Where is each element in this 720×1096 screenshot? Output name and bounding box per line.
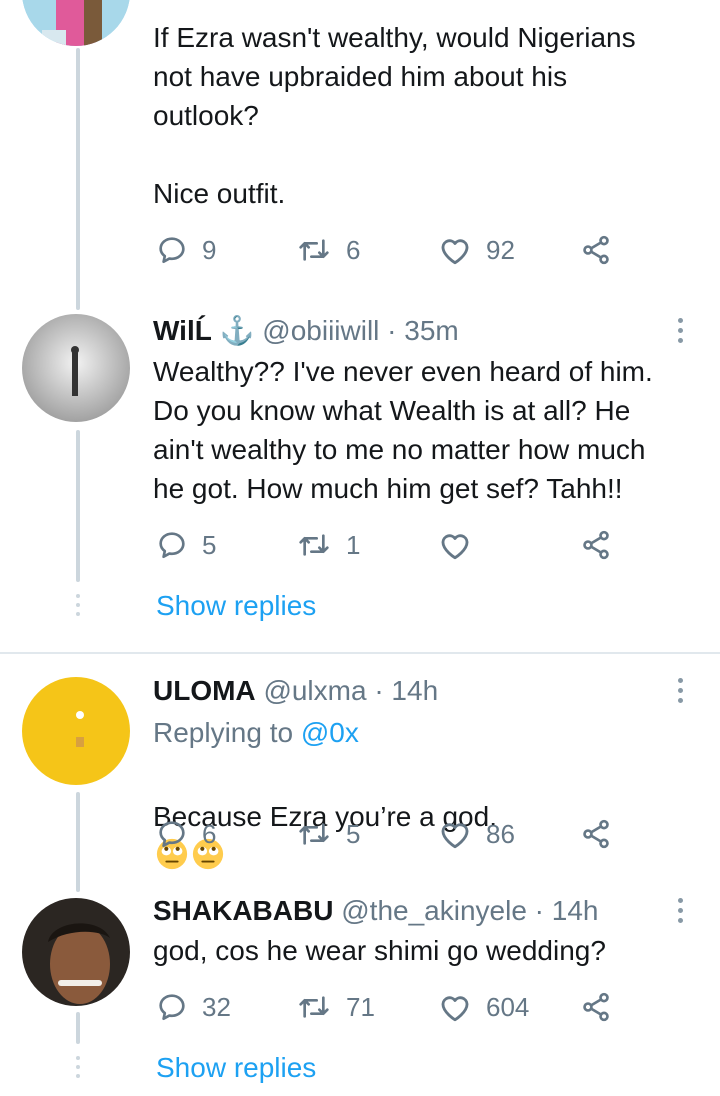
like-button[interactable]	[438, 525, 486, 565]
share-icon	[583, 992, 609, 1022]
tweet-header: WilĹ ⚓ @obiiiwill · 35m	[153, 314, 459, 348]
retweet-count: 71	[346, 991, 375, 1022]
reply-icon	[159, 237, 185, 264]
avatar[interactable]	[22, 0, 130, 46]
more-replies-indicator	[76, 1056, 80, 1083]
like-button[interactable]: 604	[438, 987, 529, 1027]
like-button[interactable]: 86	[438, 814, 515, 854]
divider	[0, 652, 720, 654]
heart-icon	[441, 239, 469, 265]
retweet-icon	[299, 823, 329, 845]
handle-time[interactable]: @the_akinyele · 14h	[341, 895, 598, 926]
more-options-button[interactable]	[672, 318, 688, 348]
reply-icon	[159, 821, 185, 848]
like-count: 92	[486, 234, 515, 265]
display-name[interactable]: ULOMA	[153, 675, 256, 706]
share-icon	[583, 819, 609, 849]
retweet-count: 6	[346, 234, 361, 265]
more-replies-indicator	[76, 594, 80, 621]
tweet-text: Wealthy?? I've never even heard of him. …	[153, 356, 653, 504]
tweet-actions: 9 6 92	[156, 230, 626, 270]
more-options-button[interactable]	[672, 898, 688, 928]
tweet-actions: 5 1	[156, 525, 626, 565]
thread-line	[76, 430, 80, 582]
like-count: 604	[486, 991, 530, 1022]
tweet-actions: 6 5 86	[156, 814, 626, 854]
reply-icon	[159, 532, 185, 559]
handle-time[interactable]: @ulxma · 14h	[263, 675, 438, 706]
share-icon	[583, 235, 609, 265]
heart-icon	[441, 996, 469, 1022]
retweet-count: 5	[346, 818, 361, 849]
replying-to-link[interactable]: @0x	[301, 717, 359, 748]
tweet-header: ULOMA @ulxma · 14h	[153, 674, 438, 708]
replying-prefix: Replying to	[153, 717, 301, 748]
reply-count: 32	[202, 991, 231, 1022]
share-icon	[583, 530, 609, 560]
retweet-icon	[299, 996, 329, 1018]
like-button[interactable]: 92	[438, 230, 515, 270]
retweet-button[interactable]: 1	[296, 525, 360, 565]
replying-to: Replying to @0x	[153, 716, 359, 750]
reply-count: 9	[202, 234, 217, 265]
display-name[interactable]: SHAKABABU	[153, 895, 333, 926]
tweet-actions: 32 71 604	[156, 987, 626, 1027]
heart-icon	[441, 534, 469, 560]
retweet-count: 1	[346, 529, 361, 560]
more-options-button[interactable]	[672, 678, 688, 708]
reply-count: 6	[202, 818, 217, 849]
heart-icon	[441, 823, 469, 849]
thread-line	[76, 1012, 80, 1044]
share-button[interactable]	[580, 814, 612, 854]
share-button[interactable]	[580, 230, 612, 270]
reply-button[interactable]: 6	[156, 814, 216, 854]
show-replies-link[interactable]: Show replies	[156, 590, 316, 622]
retweet-button[interactable]: 71	[296, 987, 375, 1027]
share-button[interactable]	[580, 987, 612, 1027]
reply-button[interactable]: 5	[156, 525, 216, 565]
retweet-icon	[299, 239, 329, 261]
reply-button[interactable]: 9	[156, 230, 216, 270]
retweet-button[interactable]: 5	[296, 814, 360, 854]
reply-icon	[159, 994, 185, 1021]
share-button[interactable]	[580, 525, 612, 565]
avatar[interactable]	[22, 677, 130, 785]
avatar[interactable]	[22, 314, 130, 422]
thread-line	[76, 792, 80, 892]
thread-line	[76, 48, 80, 310]
display-name[interactable]: WilĹ ⚓	[153, 315, 255, 346]
reply-button[interactable]: 32	[156, 987, 231, 1027]
like-count: 86	[486, 818, 515, 849]
tweet-text: If Ezra wasn't wealthy, would Nigerians …	[153, 22, 636, 209]
tweet-text: god, cos he wear shimi go wedding?	[153, 935, 606, 966]
tweet-header: SHAKABABU @the_akinyele · 14h	[153, 894, 598, 928]
show-replies-link[interactable]: Show replies	[156, 1052, 316, 1084]
reply-count: 5	[202, 529, 217, 560]
avatar[interactable]	[22, 898, 130, 1006]
retweet-icon	[299, 534, 329, 556]
retweet-button[interactable]: 6	[296, 230, 360, 270]
handle-time[interactable]: @obiiiwill · 35m	[262, 315, 458, 346]
